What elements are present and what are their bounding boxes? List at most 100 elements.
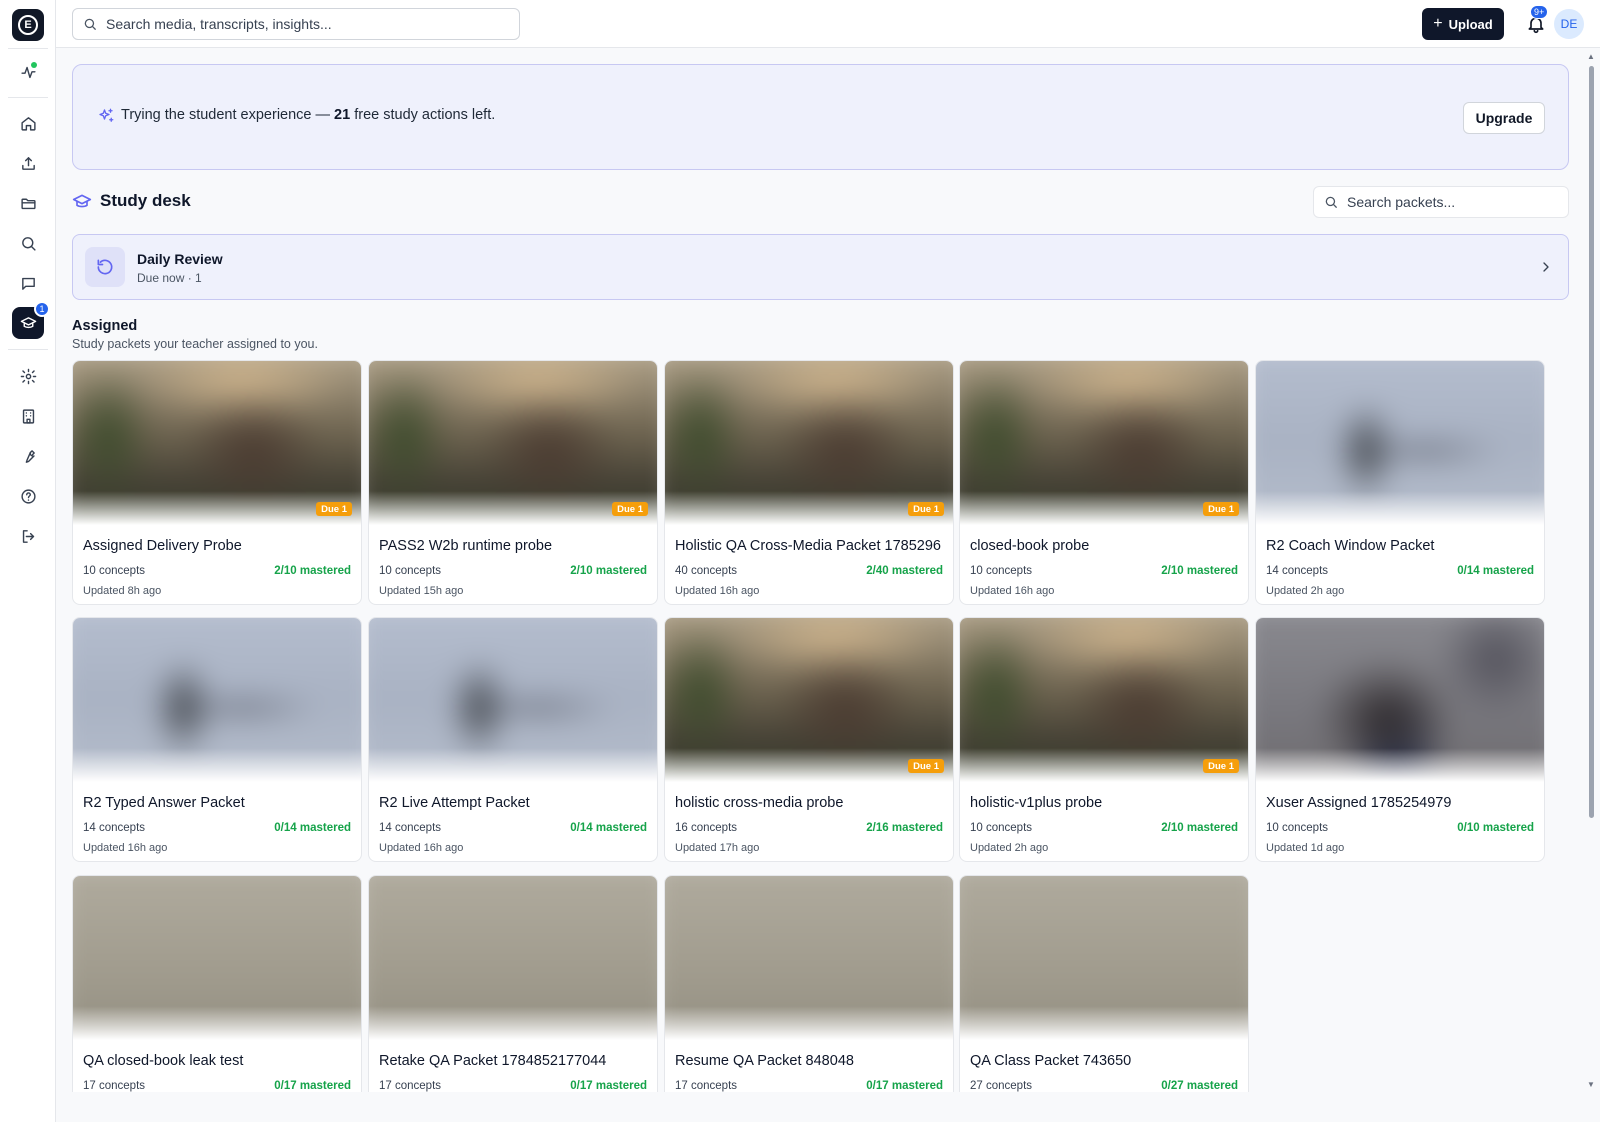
packet-title: Assigned Delivery Probe	[83, 538, 242, 554]
packet-updated-time: Updated 2h ago	[970, 842, 1049, 854]
packet-updated-time: Updated 16h ago	[83, 842, 168, 854]
daily-review-title: Daily Review	[137, 251, 223, 267]
global-search-input[interactable]: Search media, transcripts, insights...	[72, 8, 520, 40]
packet-mastered-count: 2/10 mastered	[274, 565, 351, 577]
packet-thumbnail	[73, 361, 361, 525]
due-badge: Due 1	[908, 759, 944, 773]
packet-title: QA Class Packet 743650	[970, 1053, 1132, 1069]
packet-title: holistic cross-media probe	[675, 795, 844, 811]
folder-icon[interactable]	[12, 187, 44, 219]
packet-mastered-count: 2/10 mastered	[1161, 565, 1238, 577]
daily-review-card[interactable]: Daily Review Due now · 1	[72, 234, 1569, 300]
packet-card[interactable]: R2 Coach Window Packet 14 concepts 0/14 ma…	[1255, 360, 1545, 605]
topbar: Search media, transcripts, insights... +…	[56, 0, 1600, 48]
packet-updated-time: Updated 16h ago	[970, 585, 1055, 597]
packet-card[interactable]: Due 1 closed-book probe 10 concepts 2/10 ma…	[959, 360, 1249, 605]
notifications-badge: 9+	[1530, 5, 1549, 19]
trial-text-after: free study actions left.	[350, 107, 496, 123]
packet-concepts-count: 10 concepts	[970, 565, 1033, 577]
due-badge: Due 1	[316, 502, 352, 516]
home-icon[interactable]	[12, 107, 44, 139]
study-icon[interactable]: 1	[12, 301, 50, 339]
assigned-section-title: Assigned	[72, 318, 138, 334]
packet-card[interactable]: QA Class Packet 743650 27 concepts 0/27 ma…	[959, 875, 1249, 1092]
scroll-thumb[interactable]	[1589, 66, 1594, 818]
packet-concepts-count: 17 concepts	[675, 1080, 738, 1092]
packet-mastered-count: 0/14 mastered	[570, 822, 647, 834]
scroll-down-arrow-icon[interactable]: ▼	[1587, 1080, 1595, 1089]
due-badge: Due 1	[1203, 759, 1239, 773]
upload-icon[interactable]	[12, 147, 44, 179]
packet-card[interactable]: Due 1 holistic cross-media probe 16 concep…	[664, 617, 954, 862]
packet-mastered-count: 0/17 mastered	[570, 1080, 647, 1092]
packet-concepts-count: 14 concepts	[1266, 565, 1329, 577]
packet-updated-time: Updated 15h ago	[379, 585, 464, 597]
trial-text-before: Trying the student experience —	[121, 107, 335, 123]
packet-updated-time: Updated 2h ago	[1266, 585, 1345, 597]
refresh-icon	[85, 247, 125, 287]
packet-card[interactable]: Due 1 PASS2 W2b runtime probe 10 concepts 2…	[368, 360, 658, 605]
page-title: Study desk	[100, 191, 191, 210]
gear-icon[interactable]	[12, 360, 44, 392]
packet-card[interactable]: Xuser Assigned 1785254979 10 concepts 0/10…	[1255, 617, 1545, 862]
packet-mastered-count: 2/10 mastered	[1161, 822, 1238, 834]
packet-thumbnail	[665, 618, 953, 782]
packet-card[interactable]: R2 Live Attempt Packet 14 concepts 0/14 ma…	[368, 617, 658, 862]
packet-thumbnail	[369, 361, 657, 525]
packet-concepts-count: 40 concepts	[675, 565, 738, 577]
avatar[interactable]: DE	[1554, 9, 1584, 39]
packet-title: QA closed-book leak test	[83, 1053, 244, 1069]
activity-icon[interactable]	[12, 56, 44, 88]
scrollbar[interactable]: ▲ ▼	[1586, 52, 1596, 1092]
packet-concepts-count: 10 concepts	[970, 822, 1033, 834]
sidebar-divider	[8, 349, 48, 350]
plus-icon: +	[1433, 15, 1443, 32]
assigned-section-subtitle: Study packets your teacher assigned to y…	[72, 337, 318, 351]
packet-thumbnail	[960, 876, 1248, 1040]
upgrade-button[interactable]: Upgrade	[1463, 102, 1545, 134]
packet-card[interactable]: QA closed-book leak test 17 concepts 0/17 …	[72, 875, 362, 1092]
packet-concepts-count: 17 concepts	[379, 1080, 442, 1092]
scroll-up-arrow-icon[interactable]: ▲	[1587, 52, 1595, 61]
packet-title: PASS2 W2b runtime probe	[379, 538, 553, 554]
packet-mastered-count: 0/17 mastered	[866, 1080, 943, 1092]
logout-icon[interactable]	[12, 520, 44, 552]
packet-grid: Due 1 Assigned Delivery Probe 10 concepts 2…	[72, 360, 1569, 1092]
sidebar: E 1	[0, 0, 56, 1122]
help-icon[interactable]	[12, 480, 44, 512]
packet-thumbnail	[665, 361, 953, 525]
packet-updated-time: Updated 16h ago	[379, 842, 464, 854]
packet-card[interactable]: Retake QA Packet 1784852177044 17 concept…	[368, 875, 658, 1092]
packet-concepts-count: 17 concepts	[83, 1080, 146, 1092]
packet-mastered-count: 0/17 mastered	[274, 1080, 351, 1092]
building-icon[interactable]	[12, 400, 44, 432]
chat-icon[interactable]	[12, 267, 44, 299]
packet-updated-time: Updated 16h ago	[675, 585, 760, 597]
packet-thumbnail	[1256, 618, 1544, 782]
packet-search-input[interactable]: Search packets...	[1313, 186, 1569, 218]
packet-thumbnail	[960, 618, 1248, 782]
packet-card[interactable]: Resume QA Packet 848048 17 concepts 0/17 m…	[664, 875, 954, 1092]
app-logo[interactable]: E	[12, 9, 44, 41]
upload-button[interactable]: + Upload	[1422, 8, 1504, 40]
packet-card[interactable]: Due 1 holistic-v1plus probe 10 concepts 2/1…	[959, 617, 1249, 862]
packet-updated-time: Updated 8h ago	[83, 585, 162, 597]
search-icon[interactable]	[12, 227, 44, 259]
packet-concepts-count: 14 concepts	[379, 822, 442, 834]
sidebar-divider	[8, 97, 48, 98]
packet-title: Holistic QA Cross-Media Packet 1785296	[675, 538, 941, 554]
chevron-right-icon	[1543, 262, 1549, 272]
packet-card[interactable]: R2 Typed Answer Packet 14 concepts 0/14 ma…	[72, 617, 362, 862]
sparkles-icon	[99, 108, 114, 122]
packet-card[interactable]: Due 1 Assigned Delivery Probe 10 concepts 2…	[72, 360, 362, 605]
packet-thumbnail	[73, 618, 361, 782]
due-badge: Due 1	[612, 502, 648, 516]
packet-card[interactable]: Due 1 Holistic QA Cross-Media Packet 1785…	[664, 360, 954, 605]
daily-review-subtitle: Due now · 1	[137, 271, 202, 285]
due-badge: Due 1	[908, 502, 944, 516]
online-status-dot	[31, 62, 37, 68]
wrench-icon[interactable]	[12, 440, 44, 472]
packet-thumbnail	[369, 618, 657, 782]
search-icon	[1325, 196, 1337, 208]
study-badge: 1	[34, 301, 50, 317]
